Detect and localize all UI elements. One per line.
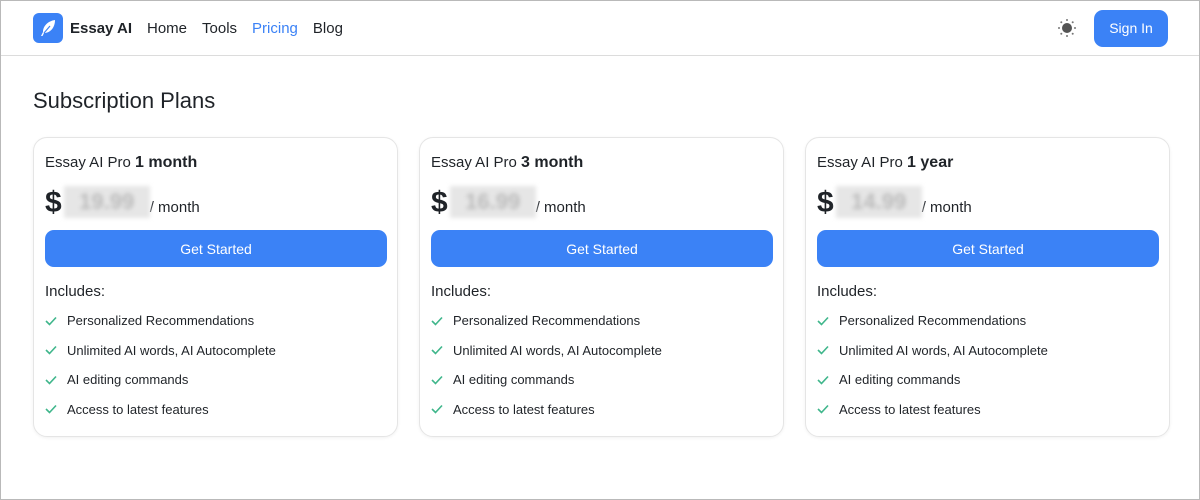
currency-symbol: $ <box>431 186 448 219</box>
nav-link-home[interactable]: Home <box>147 20 187 37</box>
plan-duration: 3 month <box>521 154 584 171</box>
top-nav: Essay AI Home Tools Pricing Blog Sign In <box>1 1 1199 56</box>
feature-text: Personalized Recommendations <box>839 313 1027 329</box>
feature-text: Unlimited AI words, AI Autocomplete <box>67 342 276 358</box>
plan-card-3-month: Essay AI Pro 3 month $ 16.99 / month Get… <box>419 137 784 437</box>
plan-duration: 1 year <box>907 154 954 171</box>
check-icon <box>45 375 58 385</box>
check-icon <box>431 345 444 355</box>
feature-item: AI editing commands <box>45 365 386 395</box>
plan-price: $ 19.99 / month <box>45 184 386 218</box>
sign-in-button[interactable]: Sign In <box>1094 9 1168 47</box>
plan-price: $ 16.99 / month <box>431 184 772 218</box>
price-value-redacted: 16.99 <box>449 186 536 218</box>
check-icon <box>431 375 444 385</box>
feature-list: Personalized Recommendations Unlimited A… <box>45 306 386 424</box>
check-icon <box>817 316 830 326</box>
feature-item: AI editing commands <box>431 365 772 395</box>
feature-item: Access to latest features <box>431 395 772 425</box>
feature-text: Access to latest features <box>839 401 981 417</box>
plan-prefix: Essay AI Pro <box>817 154 903 171</box>
includes-label: Includes: <box>45 283 106 300</box>
feature-text: Unlimited AI words, AI Autocomplete <box>839 342 1048 358</box>
brand-name[interactable]: Essay AI <box>70 20 132 37</box>
nav-links: Home Tools Pricing Blog <box>147 20 343 37</box>
feature-list: Personalized Recommendations Unlimited A… <box>431 306 772 424</box>
plan-duration: 1 month <box>135 154 198 171</box>
includes-label: Includes: <box>817 283 878 300</box>
check-icon <box>431 316 444 326</box>
plan-card-1-month: Essay AI Pro 1 month $ 19.99 / month Get… <box>33 137 398 437</box>
feature-item: Unlimited AI words, AI Autocomplete <box>45 336 386 366</box>
price-period: / month <box>921 199 972 216</box>
feature-item: Access to latest features <box>45 395 386 425</box>
get-started-button[interactable]: Get Started <box>45 230 387 267</box>
feature-text: Access to latest features <box>453 401 595 417</box>
plan-title: Essay AI Pro 1 month <box>45 154 386 172</box>
plan-cards: Essay AI Pro 1 month $ 19.99 / month Get… <box>33 137 1170 437</box>
feature-item: Personalized Recommendations <box>431 306 772 336</box>
feature-text: AI editing commands <box>67 372 189 388</box>
plan-prefix: Essay AI Pro <box>45 154 131 171</box>
check-icon <box>817 404 830 414</box>
feature-item: Personalized Recommendations <box>817 306 1158 336</box>
nav-link-tools[interactable]: Tools <box>202 20 237 37</box>
feature-item: Access to latest features <box>817 395 1158 425</box>
feature-text: AI editing commands <box>453 372 575 388</box>
nav-link-pricing[interactable]: Pricing <box>252 20 298 37</box>
currency-symbol: $ <box>817 186 834 219</box>
check-icon <box>817 375 830 385</box>
price-period: / month <box>149 199 200 216</box>
plan-prefix: Essay AI Pro <box>431 154 517 171</box>
plan-price: $ 14.99 / month <box>817 184 1158 218</box>
feather-icon <box>41 20 55 36</box>
feature-text: Personalized Recommendations <box>453 313 641 329</box>
check-icon <box>431 404 444 414</box>
check-icon <box>45 316 58 326</box>
feature-list: Personalized Recommendations Unlimited A… <box>817 306 1158 424</box>
check-icon <box>45 345 58 355</box>
page-title: Subscription Plans <box>33 88 216 113</box>
logo[interactable] <box>33 13 63 43</box>
price-period: / month <box>535 199 586 216</box>
theme-toggle[interactable] <box>1056 17 1078 39</box>
sun-icon <box>1058 19 1076 37</box>
feature-item: Unlimited AI words, AI Autocomplete <box>431 336 772 366</box>
check-icon <box>45 404 58 414</box>
feature-text: Personalized Recommendations <box>67 313 255 329</box>
nav-link-blog[interactable]: Blog <box>313 20 343 37</box>
get-started-button[interactable]: Get Started <box>431 230 773 267</box>
check-icon <box>817 345 830 355</box>
plan-title: Essay AI Pro 1 year <box>817 154 1158 172</box>
price-value-redacted: 14.99 <box>835 186 922 218</box>
get-started-button[interactable]: Get Started <box>817 230 1159 267</box>
plan-card-1-year: Essay AI Pro 1 year $ 14.99 / month Get … <box>805 137 1170 437</box>
feature-item: Personalized Recommendations <box>45 306 386 336</box>
plan-title: Essay AI Pro 3 month <box>431 154 772 172</box>
feature-item: Unlimited AI words, AI Autocomplete <box>817 336 1158 366</box>
feature-item: AI editing commands <box>817 365 1158 395</box>
feature-text: Unlimited AI words, AI Autocomplete <box>453 342 662 358</box>
currency-symbol: $ <box>45 186 62 219</box>
feature-text: AI editing commands <box>839 372 961 388</box>
feature-text: Access to latest features <box>67 401 209 417</box>
includes-label: Includes: <box>431 283 492 300</box>
price-value-redacted: 19.99 <box>63 186 150 218</box>
